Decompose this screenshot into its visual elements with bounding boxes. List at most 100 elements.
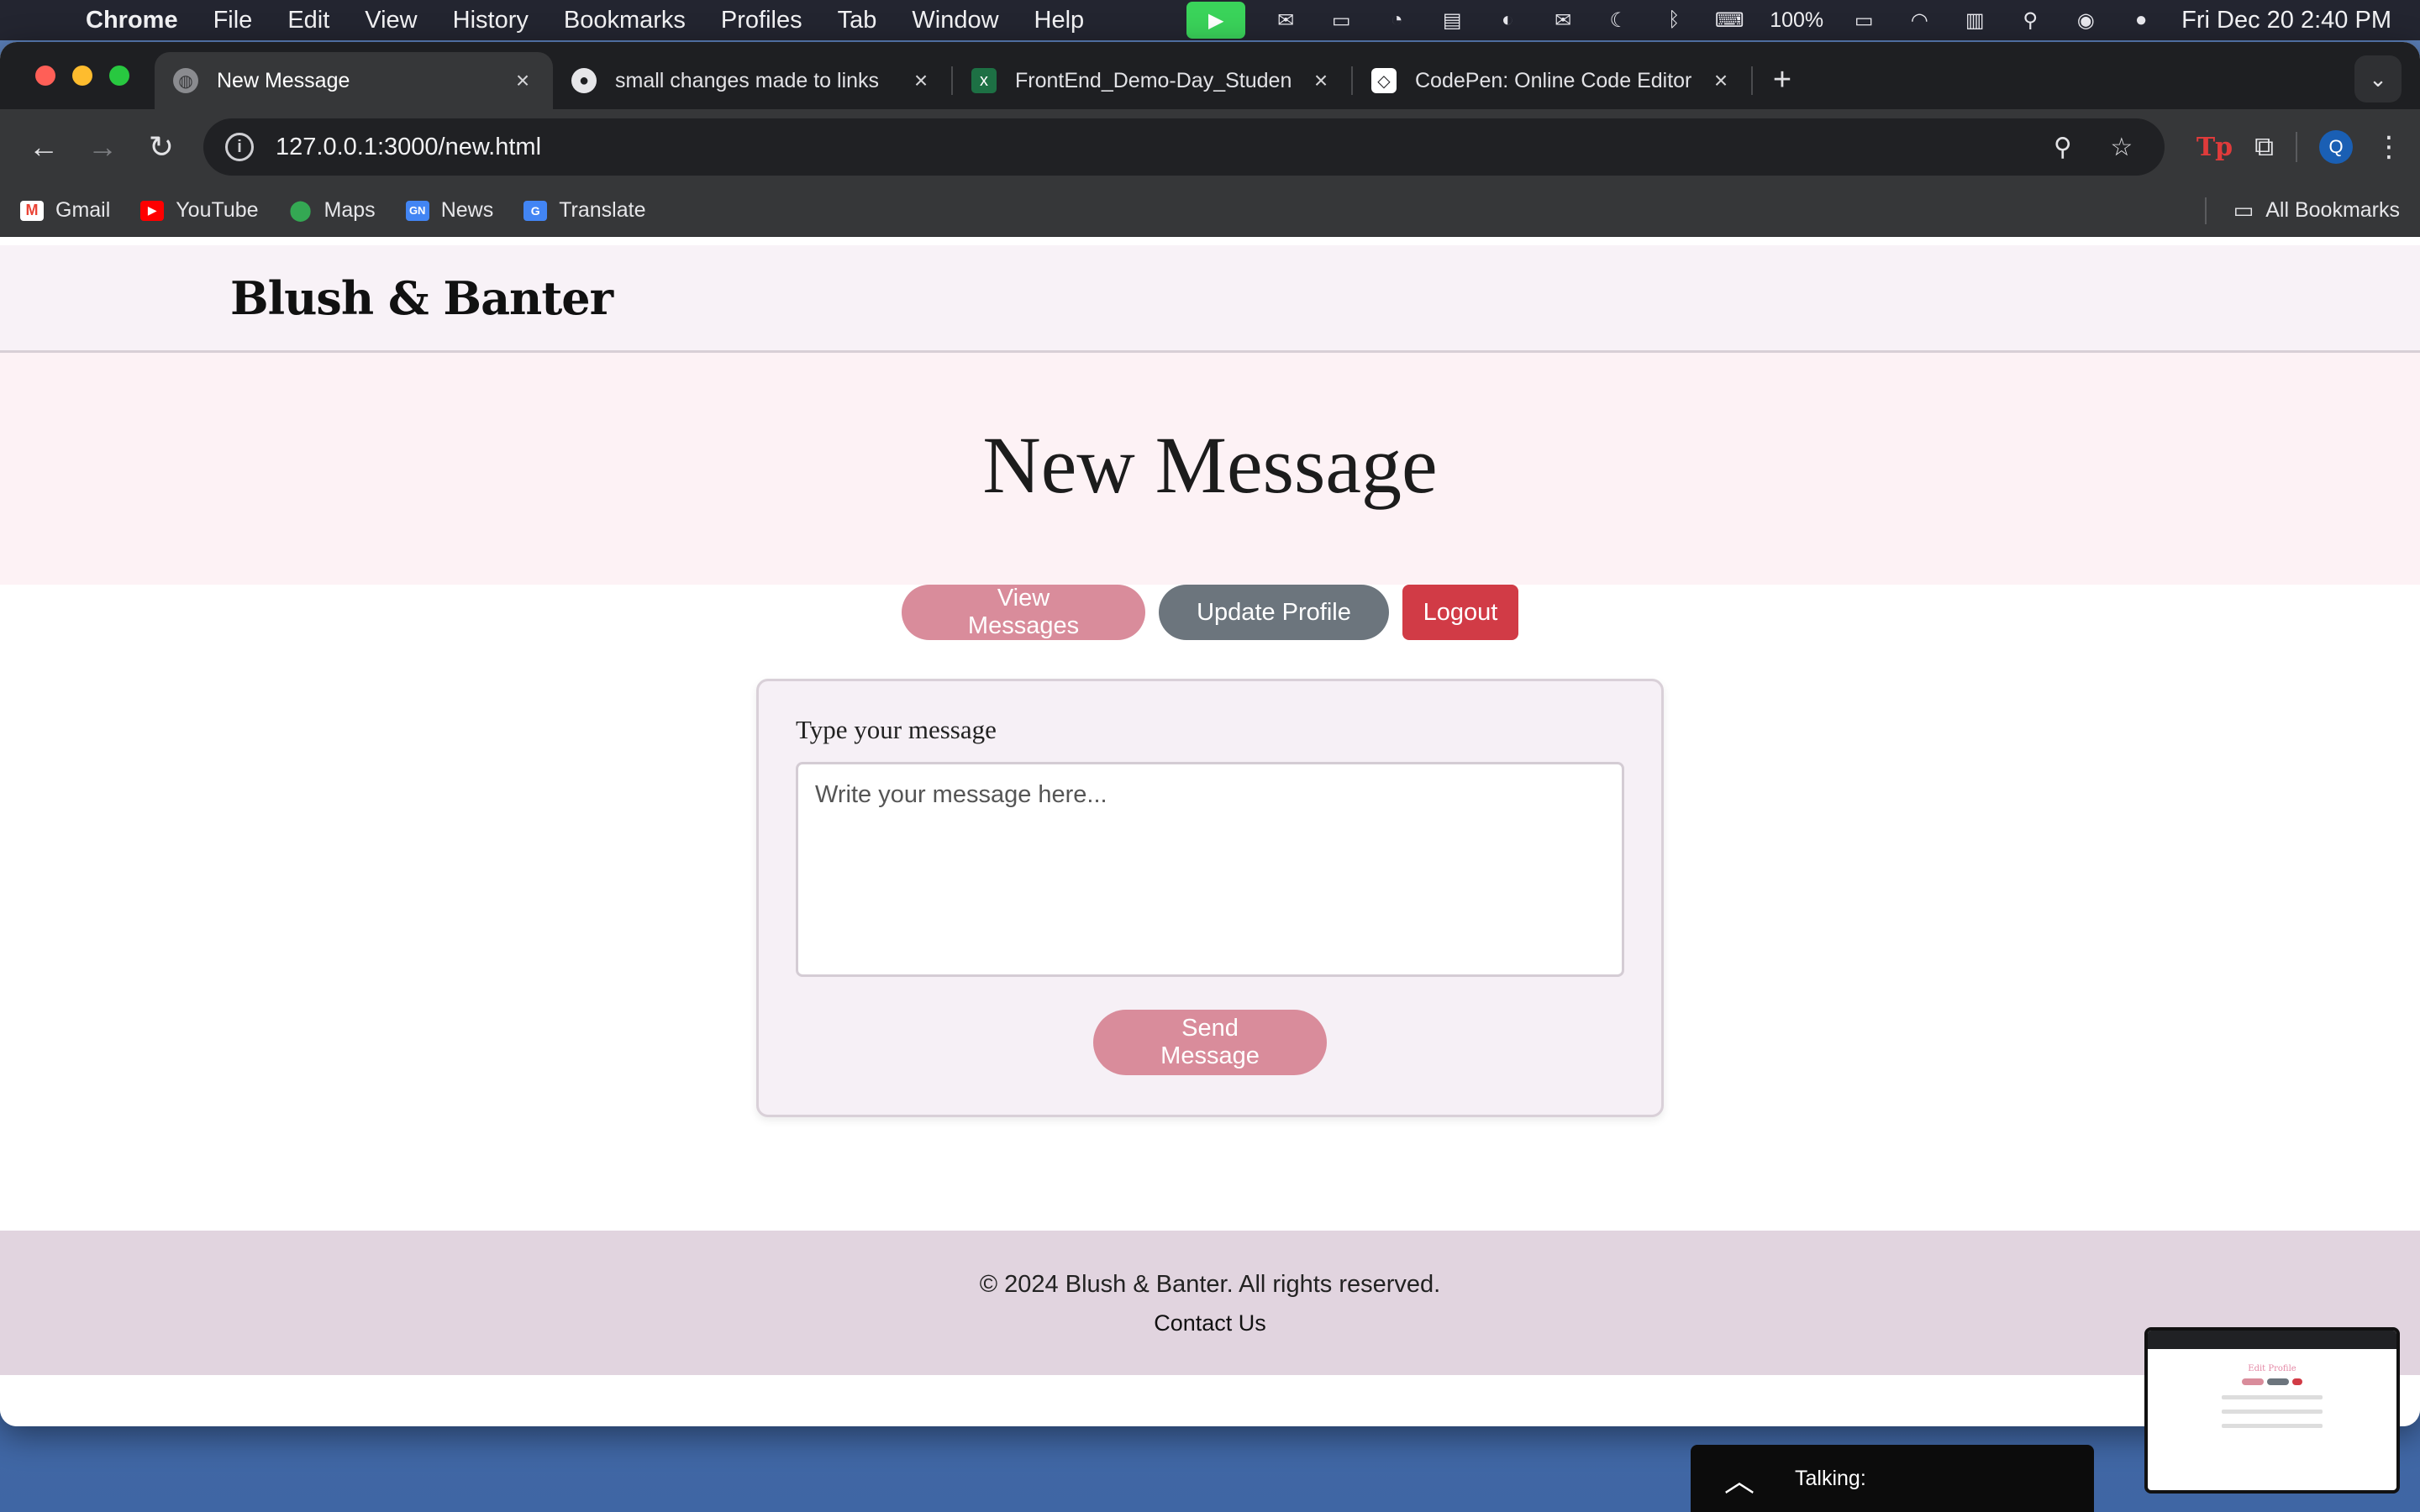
maps-pin-icon: ⬤ (289, 199, 312, 222)
close-tab-icon[interactable]: × (1309, 67, 1333, 94)
menu-tab[interactable]: Tab (838, 7, 877, 34)
close-tab-icon[interactable]: × (1709, 67, 1733, 94)
bluetooth-icon[interactable]: ᛒ (1659, 8, 1689, 33)
globe-icon: ◍ (173, 68, 198, 93)
zoom-icon[interactable]: ⚲ (2042, 133, 2084, 162)
talking-indicator[interactable]: ︿ Talking: (1691, 1445, 2094, 1512)
bookmarks-bar: M Gmail ▶ YouTube ⬤ Maps GN News G Trans… (0, 185, 2420, 237)
control-center-icon[interactable]: ◉ (2070, 8, 2101, 33)
profile-avatar[interactable]: Q (2319, 130, 2353, 164)
bookmark-youtube[interactable]: ▶ YouTube (140, 198, 259, 223)
tab-new-message[interactable]: ◍ New Message × (155, 52, 553, 109)
new-tab-plus-icon[interactable]: + (1753, 62, 1812, 98)
close-window-button[interactable] (35, 66, 55, 86)
memory-icon[interactable]: ▥ (1960, 8, 1990, 33)
menu-view[interactable]: View (365, 7, 417, 34)
preview-form-lines (2222, 1395, 2323, 1428)
menubar-status-area: ▶ ✉ ▭ ◔ ▤ ◐ ✉ ☾ ᛒ ⌨ 100% ▭ ◠ ▥ ⚲ ◉ ● Fri… (1186, 2, 2391, 39)
folder-icon: ▭ (2233, 197, 2254, 223)
message-textarea[interactable] (796, 762, 1624, 977)
mail-badge-icon[interactable]: ✉ (1548, 8, 1578, 33)
message-label: Type your message (796, 715, 997, 744)
screen-preview-thumbnail[interactable]: Edit Profile (2144, 1327, 2400, 1494)
menu-profiles[interactable]: Profiles (721, 7, 802, 34)
pdf-icon[interactable]: ▤ (1437, 8, 1467, 33)
menu-help[interactable]: Help (1034, 7, 1085, 34)
news-icon: GN (405, 200, 429, 221)
spotlight-search-icon[interactable]: ⚲ (2015, 8, 2045, 33)
excel-icon: x (971, 68, 997, 93)
macos-menu-bar: Chrome File Edit View History Bookmarks … (0, 0, 2420, 40)
bookmark-label: News (440, 198, 494, 222)
siri-icon[interactable]: ● (2126, 8, 2156, 33)
preview-browser-bar (2148, 1331, 2396, 1349)
preview-title: Edit Profile (2248, 1364, 2296, 1373)
menu-bookmarks[interactable]: Bookmarks (564, 7, 686, 34)
talking-label: Talking: (1795, 1466, 1866, 1490)
site-info-icon[interactable]: i (225, 133, 254, 161)
menu-window[interactable]: Window (912, 7, 998, 34)
site-brand[interactable]: Blush & Banter (230, 271, 613, 325)
translate-icon: G (523, 200, 548, 221)
battery-percent: 100% (1770, 8, 1824, 32)
close-tab-icon[interactable]: × (909, 67, 933, 94)
extension-tp-icon[interactable]: Tp (2196, 133, 2233, 162)
moon-icon[interactable]: ☾ (1603, 8, 1634, 33)
wifi-icon[interactable]: ◠ (1904, 8, 1934, 33)
contact-us-link[interactable]: Contact Us (1154, 1310, 1266, 1336)
reload-icon[interactable]: ↻ (134, 120, 188, 174)
preview-buttons (2148, 1378, 2396, 1385)
bookmark-maps[interactable]: ⬤ Maps (289, 198, 376, 223)
tab-excel-sheet[interactable]: x FrontEnd_Demo-Day_Studen × (953, 52, 1351, 109)
close-tab-icon[interactable]: × (511, 67, 534, 94)
tab-search-chevron-icon[interactable]: ⌄ (2354, 55, 2402, 102)
extensions-puzzle-icon[interactable]: ⧉ (2254, 131, 2274, 163)
youtube-icon: ▶ (140, 200, 165, 221)
video-camera-icon[interactable]: ▶ (1186, 2, 1246, 39)
sync-icon[interactable]: ◐ (1492, 8, 1523, 33)
send-message-button[interactable]: Send Message (1093, 1010, 1327, 1075)
fullscreen-window-button[interactable] (109, 66, 129, 86)
tab-codepen[interactable]: ◇ CodePen: Online Code Editor × (1353, 52, 1751, 109)
bookmark-news[interactable]: GN News (405, 198, 494, 223)
bookmarks-divider (2204, 197, 2207, 224)
bookmark-label: YouTube (176, 198, 259, 222)
tab-strip: ◍ New Message × ● small changes made to … (0, 42, 2420, 109)
menu-file[interactable]: File (213, 7, 253, 34)
preview-button (2242, 1378, 2264, 1385)
outlook-icon[interactable]: ✉ (1270, 8, 1301, 33)
grammarly-icon[interactable]: ◔ (1381, 8, 1412, 33)
menubar-clock[interactable]: Fri Dec 20 2:40 PM (2181, 7, 2391, 34)
menu-edit[interactable]: Edit (287, 7, 329, 34)
bookmark-translate[interactable]: G Translate (523, 198, 646, 223)
display-icon[interactable]: ▭ (1326, 8, 1356, 33)
chevron-up-icon[interactable]: ︿ (1724, 1457, 1754, 1500)
minimize-window-button[interactable] (72, 66, 92, 86)
bookmark-star-icon[interactable]: ☆ (2101, 133, 2143, 162)
address-bar[interactable]: i 127.0.0.1:3000/new.html ⚲ ☆ (203, 118, 2165, 176)
menu-history[interactable]: History (453, 7, 529, 34)
preview-button (2292, 1378, 2302, 1385)
toolbar-actions: Tp ⧉ Q ⋮ (2196, 130, 2403, 164)
menu-app-name[interactable]: Chrome (86, 7, 178, 34)
tab-title: FrontEnd_Demo-Day_Studen (1015, 68, 1292, 92)
codepen-icon: ◇ (1371, 68, 1397, 93)
browser-window: ◍ New Message × ● small changes made to … (0, 42, 2420, 1426)
all-bookmarks[interactable]: ▭ All Bookmarks (2204, 197, 2400, 224)
forward-arrow-icon[interactable]: → (76, 120, 129, 174)
battery-icon[interactable]: ▭ (1849, 8, 1879, 33)
logout-button[interactable]: Logout (1402, 585, 1518, 640)
tab-list: ◍ New Message × ● small changes made to … (155, 42, 1812, 109)
bookmark-gmail[interactable]: M Gmail (20, 198, 110, 223)
view-messages-button[interactable]: View Messages (902, 585, 1145, 640)
more-menu-icon[interactable]: ⋮ (2375, 130, 2403, 164)
tab-github-pr[interactable]: ● small changes made to links × (553, 52, 951, 109)
site-header: Blush & Banter (0, 245, 2420, 353)
window-controls (35, 66, 129, 86)
preview-line (2222, 1395, 2323, 1399)
back-arrow-icon[interactable]: ← (17, 120, 71, 174)
tab-title: small changes made to links (615, 68, 880, 92)
keyboard-icon[interactable]: ⌨ (1714, 8, 1744, 33)
address-bar-url[interactable]: 127.0.0.1:3000/new.html (276, 134, 2025, 161)
update-profile-button[interactable]: Update Profile (1159, 585, 1389, 640)
